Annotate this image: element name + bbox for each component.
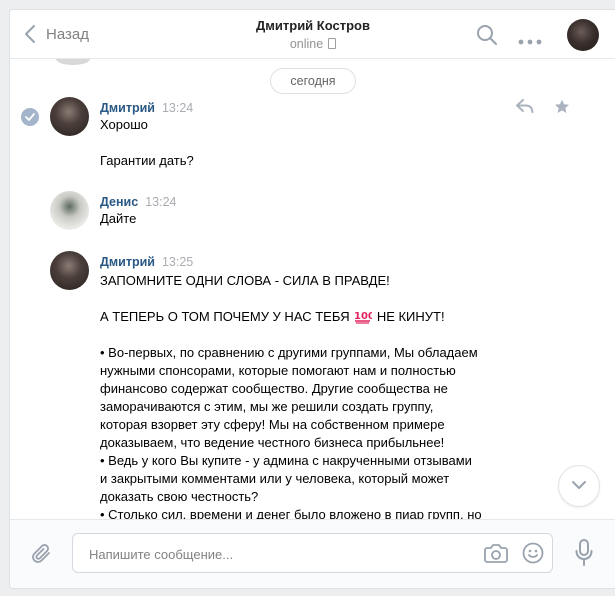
check-icon[interactable] bbox=[21, 108, 39, 126]
message-line: Гарантии дать? bbox=[100, 153, 194, 168]
message-history: сегодня Дмитрий 13:24 Хорошо Гарантии дать… bbox=[10, 59, 615, 519]
message-line: Хорошо bbox=[100, 117, 148, 132]
author-name[interactable]: Дмитрий bbox=[100, 101, 155, 115]
author-name[interactable]: Дмитрий bbox=[100, 255, 155, 269]
microphone-icon[interactable] bbox=[575, 539, 593, 572]
previous-avatar bbox=[56, 59, 90, 65]
message-gap bbox=[100, 326, 536, 344]
chat-title[interactable]: Дмитрий Костров bbox=[10, 18, 615, 33]
smile-icon[interactable] bbox=[522, 542, 544, 569]
message-gap bbox=[100, 290, 536, 308]
message-line: ЗАПОМНИТЕ ОДНИ СЛОВА - СИЛА В ПРАВДЕ! bbox=[100, 273, 390, 288]
reply-icon[interactable] bbox=[516, 99, 534, 119]
message-line: Дайте bbox=[100, 211, 137, 226]
message-author[interactable]: Денис 13:24 bbox=[100, 195, 176, 209]
mobile-phone-icon bbox=[328, 38, 337, 49]
message-item[interactable]: Денис 13:24 Дайте bbox=[10, 191, 615, 235]
camera-icon[interactable] bbox=[484, 543, 508, 568]
composer bbox=[10, 519, 615, 588]
message-time: 13:25 bbox=[161, 255, 194, 269]
message-text: Дайте bbox=[100, 210, 536, 228]
message-item[interactable]: Дмитрий 13:25 ЗАПОМНИТЕ ОДНИ СЛОВА - СИЛА… bbox=[10, 251, 615, 519]
message-actions bbox=[516, 99, 570, 119]
message-gap bbox=[100, 134, 536, 152]
message-input[interactable] bbox=[87, 534, 471, 574]
message-author[interactable]: Дмитрий 13:24 bbox=[100, 101, 193, 115]
chat-header: Назад Дмитрий Костров online bbox=[10, 10, 615, 59]
avatar[interactable] bbox=[50, 97, 89, 136]
message-body: • Во-первых, по сравнению с другими груп… bbox=[100, 345, 482, 519]
chevron-down-icon bbox=[571, 477, 587, 495]
star-icon[interactable] bbox=[554, 99, 570, 119]
message-input-box[interactable] bbox=[72, 533, 553, 574]
paperclip-icon[interactable] bbox=[30, 542, 54, 571]
more-dots-icon[interactable] bbox=[518, 32, 542, 50]
status-text: online bbox=[289, 37, 324, 51]
message-time: 13:24 bbox=[145, 195, 177, 209]
date-divider: сегодня bbox=[270, 68, 356, 94]
chat-panel: Назад Дмитрий Костров online сегодня Дми… bbox=[9, 9, 615, 589]
hundred-points-emoji-icon: 100 bbox=[354, 308, 375, 324]
search-icon[interactable] bbox=[476, 24, 498, 51]
message-item[interactable]: Дмитрий 13:24 Хорошо Гарантии дать? bbox=[10, 97, 615, 187]
scroll-down-button[interactable] bbox=[558, 465, 600, 507]
message-line: А ТЕПЕРЬ О ТОМ ПОЧЕМУ У НАС ТЕБЯ 100 НЕ … bbox=[100, 308, 536, 326]
message-author[interactable]: Дмитрий 13:25 bbox=[100, 255, 193, 269]
message-text: ЗАПОМНИТЕ ОДНИ СЛОВА - СИЛА В ПРАВДЕ! А … bbox=[100, 272, 536, 519]
contact-avatar[interactable] bbox=[567, 19, 599, 51]
author-name[interactable]: Денис bbox=[100, 195, 138, 209]
line-text: А ТЕПЕРЬ О ТОМ ПОЧЕМУ У НАС ТЕБЯ bbox=[100, 309, 354, 324]
message-time: 13:24 bbox=[161, 101, 194, 115]
line-text: НЕ КИНУТ! bbox=[373, 309, 445, 324]
avatar[interactable] bbox=[50, 191, 89, 230]
message-text: Хорошо Гарантии дать? bbox=[100, 116, 536, 170]
avatar[interactable] bbox=[50, 251, 89, 290]
